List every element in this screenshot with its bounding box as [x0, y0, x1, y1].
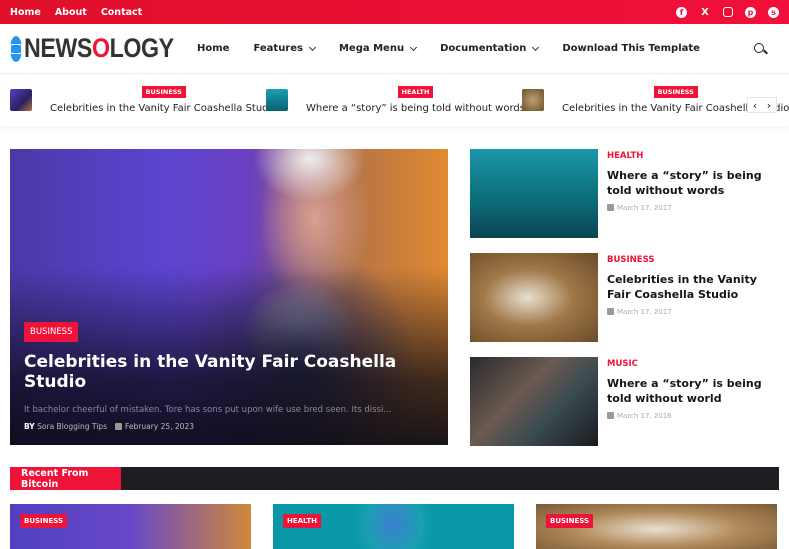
side-post-date: March 17, 2017 — [617, 308, 672, 316]
ticker-item[interactable]: HEALTH Where a “story” is being told wit… — [266, 86, 525, 114]
side-post-category[interactable]: MUSIC — [607, 359, 779, 369]
ticker-tag[interactable]: BUSINESS — [141, 86, 186, 98]
side-post: MUSIC Where a “story” is being told with… — [470, 357, 779, 446]
nav-mega-menu[interactable]: Mega Menu — [338, 43, 418, 54]
hero-excerpt: It bachelor cheerful of mistaken. Tore h… — [24, 405, 392, 415]
nav-features[interactable]: Features — [253, 43, 317, 54]
top-link-home[interactable]: Home — [10, 7, 41, 18]
ticker-controls: ‹ › — [747, 97, 777, 113]
hero-date: February 25, 2023 — [124, 422, 195, 431]
ticker-title[interactable]: Celebrities in the Vanity Fair Coashella… — [50, 103, 277, 114]
calendar-icon — [607, 412, 614, 419]
recent-post-card[interactable]: BUSINESS — [536, 504, 777, 549]
ticker-thumbnail — [522, 89, 544, 111]
side-post-thumbnail[interactable] — [470, 149, 598, 238]
main-nav: Home Features Mega Menu Documentation Do… — [197, 43, 753, 54]
nav-download-template[interactable]: Download This Template — [562, 43, 700, 54]
card-tag[interactable]: BUSINESS — [20, 514, 68, 528]
instagram-icon[interactable] — [723, 7, 733, 17]
by-label: BY — [24, 422, 35, 431]
top-link-contact[interactable]: Contact — [101, 7, 142, 18]
side-post-title[interactable]: Celebrities in the Vanity Fair Coashella… — [607, 272, 779, 302]
hero-meta: BY Sora Blogging Tips February 25, 2023 — [24, 422, 434, 431]
hero-post[interactable]: BUSINESS Celebrities in the Vanity Fair … — [10, 149, 448, 445]
side-post-thumbnail[interactable] — [470, 357, 598, 446]
site-logo[interactable]: NEWSOLOGY — [10, 33, 197, 64]
side-posts: HEALTH Where a “story” is being told wit… — [470, 149, 779, 446]
chevron-down-icon — [532, 43, 540, 51]
ticker-thumbnail — [266, 89, 288, 111]
card-tag[interactable]: HEALTH — [283, 514, 321, 528]
facebook-icon[interactable]: f — [676, 6, 687, 18]
recent-posts: BUSINESS HEALTH BUSINESS — [10, 504, 779, 549]
side-post-thumbnail[interactable] — [470, 253, 598, 342]
top-link-about[interactable]: About — [55, 7, 87, 18]
ticker-thumbnail — [10, 89, 32, 111]
ticker-tag[interactable]: HEALTH — [397, 86, 434, 98]
chevron-left-icon[interactable]: ‹ — [748, 98, 762, 112]
nav-label: Features — [253, 43, 303, 54]
top-links: Home About Contact — [10, 7, 142, 18]
news-ticker: BUSINESS Celebrities in the Vanity Fair … — [0, 74, 789, 126]
ticker-title[interactable]: Where a “story” is being told without wo… — [306, 103, 525, 114]
chevron-down-icon — [410, 43, 418, 51]
recent-post-card[interactable]: HEALTH — [273, 504, 514, 549]
nav-documentation[interactable]: Documentation — [440, 43, 540, 54]
logo-text: NEWSOLOGY — [24, 33, 174, 63]
calendar-icon — [607, 308, 614, 315]
chevron-right-icon[interactable]: › — [762, 98, 776, 112]
ticker-item[interactable]: BUSINESS Celebrities in the Vanity Fair … — [522, 86, 789, 114]
calendar-icon — [114, 423, 122, 430]
side-post: BUSINESS Celebrities in the Vanity Fair … — [470, 253, 779, 342]
x-icon[interactable]: X — [699, 6, 711, 18]
hero-title[interactable]: Celebrities in the Vanity Fair Coashella… — [24, 352, 434, 392]
nav-label: Mega Menu — [338, 43, 405, 54]
pinterest-icon[interactable]: p — [745, 6, 756, 18]
section-header: Recent From Bitcoin — [10, 467, 779, 490]
ticker-tag[interactable]: BUSINESS — [653, 86, 698, 98]
top-bar: Home About Contact f X p s — [0, 0, 789, 24]
side-post-date: March 17, 2016 — [617, 412, 672, 420]
nav-label: Home — [197, 43, 230, 54]
nav-label: Documentation — [440, 43, 527, 54]
card-tag[interactable]: BUSINESS — [546, 514, 594, 528]
newspaper-icon — [10, 35, 22, 62]
hero-author[interactable]: Sora Blogging Tips — [37, 422, 107, 431]
search-icon[interactable] — [753, 42, 767, 56]
side-post-date: March 17, 2017 — [617, 204, 672, 212]
chevron-down-icon — [308, 43, 317, 51]
featured-section: BUSINESS Celebrities in the Vanity Fair … — [0, 126, 789, 446]
calendar-icon — [607, 204, 614, 211]
side-post-title[interactable]: Where a “story” is being told without wo… — [607, 168, 779, 198]
nav-label: Download This Template — [562, 43, 700, 54]
side-post: HEALTH Where a “story” is being told wit… — [470, 149, 779, 238]
social-links: f X p s — [676, 6, 779, 18]
recent-post-card[interactable]: BUSINESS — [10, 504, 251, 549]
skype-icon[interactable]: s — [768, 6, 779, 18]
side-post-category[interactable]: HEALTH — [607, 151, 779, 161]
section-title[interactable]: Recent From Bitcoin — [10, 467, 121, 490]
hero-tag[interactable]: BUSINESS — [24, 322, 79, 342]
ticker-item[interactable]: BUSINESS Celebrities in the Vanity Fair … — [10, 86, 277, 114]
side-post-title[interactable]: Where a “story” is being told without wo… — [607, 376, 779, 406]
nav-home[interactable]: Home — [197, 43, 229, 54]
side-post-category[interactable]: BUSINESS — [607, 255, 779, 265]
main-header: NEWSOLOGY Home Features Mega Menu Docume… — [0, 24, 789, 74]
